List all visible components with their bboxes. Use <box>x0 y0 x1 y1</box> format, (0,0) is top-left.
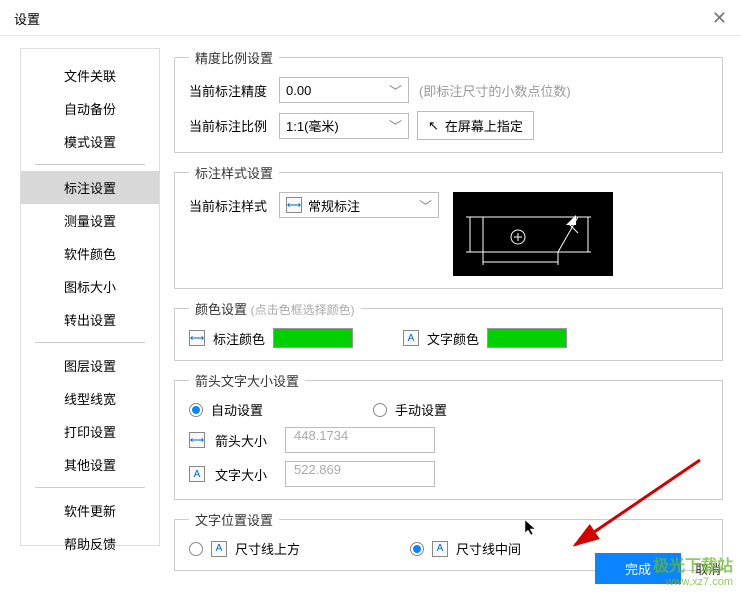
chevron-down-icon: ﹀ <box>419 196 432 215</box>
cursor-icon: ↖ <box>428 118 439 134</box>
text-middle-radio[interactable]: A 尺寸线中间 <box>410 539 521 558</box>
sidebar-item-software-color[interactable]: 软件颜色 <box>21 237 159 270</box>
dim-style-preview <box>453 192 613 276</box>
cursor-annotation <box>523 518 541 536</box>
arrow-text-group: 箭头文字大小设置 自动设置 手动设置 ⟷ 箭头大小 448.1734 A 文字大… <box>174 371 723 500</box>
text-above-label: 尺寸线上方 <box>235 539 300 558</box>
precision-group: 精度比例设置 当前标注精度 0.00 ﹀ (即标注尺寸的小数点位数) 当前标注比… <box>174 48 723 153</box>
scale-combo[interactable]: 1:1(毫米) ﹀ <box>279 113 409 139</box>
radio-on-icon <box>410 542 424 556</box>
text-middle-label: 尺寸线中间 <box>456 539 521 558</box>
auto-size-label: 自动设置 <box>211 400 263 419</box>
dim-style-group: 标注样式设置 当前标注样式 ⟷ 常规标注 ﹀ <box>174 163 723 289</box>
sidebar-divider <box>35 487 145 488</box>
dim-style-legend: 标注样式设置 <box>189 163 279 182</box>
specify-on-screen-button[interactable]: ↖ 在屏幕上指定 <box>417 111 534 140</box>
text-above-radio[interactable]: A 尺寸线上方 <box>189 539 300 558</box>
sidebar: 文件关联 自动备份 模式设置 标注设置 测量设置 软件颜色 图标大小 转出设置 … <box>0 36 160 566</box>
ok-button[interactable]: 完成 <box>595 553 681 584</box>
sidebar-item-export[interactable]: 转出设置 <box>21 303 159 336</box>
sidebar-item-annotation[interactable]: 标注设置 <box>21 171 159 204</box>
dim-style-label: 当前标注样式 <box>189 196 279 215</box>
color-legend: 颜色设置 (点击色框选择颜色) <box>189 299 361 318</box>
dim-color-label: 标注颜色 <box>213 329 265 348</box>
sidebar-item-layers[interactable]: 图层设置 <box>21 349 159 382</box>
scale-label: 当前标注比例 <box>189 116 279 135</box>
radio-on-icon <box>189 403 203 417</box>
text-color-swatch[interactable] <box>487 328 567 348</box>
arrow-text-legend: 箭头文字大小设置 <box>189 371 305 390</box>
specify-on-screen-label: 在屏幕上指定 <box>445 116 523 135</box>
sidebar-item-file-assoc[interactable]: 文件关联 <box>21 59 159 92</box>
text-color-icon: A <box>403 330 419 346</box>
sidebar-item-auto-backup[interactable]: 自动备份 <box>21 92 159 125</box>
text-color-label: 文字颜色 <box>427 329 479 348</box>
sidebar-item-linetype[interactable]: 线型线宽 <box>21 382 159 415</box>
sidebar-item-print[interactable]: 打印设置 <box>21 415 159 448</box>
dim-style-combo[interactable]: ⟷ 常规标注 ﹀ <box>279 192 439 218</box>
text-above-icon: A <box>211 541 227 557</box>
precision-legend: 精度比例设置 <box>189 48 279 67</box>
cancel-button[interactable]: 取消 <box>695 559 721 578</box>
close-icon[interactable]: ✕ <box>712 8 727 29</box>
precision-hint: (即标注尺寸的小数点位数) <box>419 81 571 100</box>
radio-off-icon <box>189 542 203 556</box>
precision-value: 0.00 <box>286 83 311 98</box>
window-title: 设置 <box>14 9 40 28</box>
chevron-down-icon: ﹀ <box>389 116 402 135</box>
text-pos-legend: 文字位置设置 <box>189 510 279 529</box>
dim-color-swatch[interactable] <box>273 328 353 348</box>
sidebar-item-update[interactable]: 软件更新 <box>21 494 159 527</box>
precision-label: 当前标注精度 <box>189 81 279 100</box>
sidebar-divider <box>35 164 145 165</box>
scale-value: 1:1(毫米) <box>286 116 339 135</box>
chevron-down-icon: ﹀ <box>389 81 402 100</box>
arrow-size-label: 箭头大小 <box>215 431 275 450</box>
sidebar-item-icon-size[interactable]: 图标大小 <box>21 270 159 303</box>
arrow-size-icon: ⟷ <box>189 432 205 448</box>
color-group: 颜色设置 (点击色框选择颜色) ⟷ 标注颜色 A 文字颜色 <box>174 299 723 361</box>
sidebar-item-feedback[interactable]: 帮助反馈 <box>21 527 159 560</box>
manual-size-radio[interactable]: 手动设置 <box>373 400 447 419</box>
manual-size-label: 手动设置 <box>395 400 447 419</box>
sidebar-item-mode[interactable]: 模式设置 <box>21 125 159 158</box>
text-size-icon: A <box>189 466 205 482</box>
text-size-input[interactable]: 522.869 <box>285 461 435 487</box>
text-size-label: 文字大小 <box>215 465 275 484</box>
arrow-size-input[interactable]: 448.1734 <box>285 427 435 453</box>
radio-off-icon <box>373 403 387 417</box>
auto-size-radio[interactable]: 自动设置 <box>189 400 263 419</box>
dim-style-icon: ⟷ <box>286 197 302 213</box>
sidebar-divider <box>35 342 145 343</box>
sidebar-item-other[interactable]: 其他设置 <box>21 448 159 481</box>
dim-color-icon: ⟷ <box>189 330 205 346</box>
text-middle-icon: A <box>432 541 448 557</box>
dim-style-value: 常规标注 <box>308 196 360 215</box>
sidebar-item-measure[interactable]: 测量设置 <box>21 204 159 237</box>
precision-combo[interactable]: 0.00 ﹀ <box>279 77 409 103</box>
